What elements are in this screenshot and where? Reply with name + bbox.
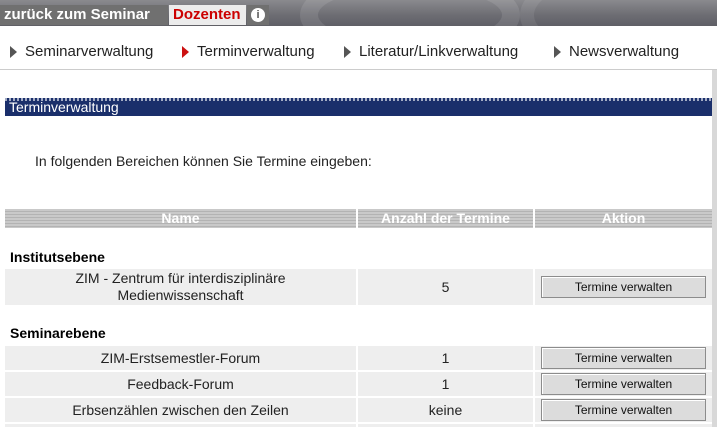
nav-item-label: Newsverwaltung — [569, 43, 680, 60]
termine-verwalten-button[interactable]: Termine verwalten — [541, 276, 706, 298]
group-label-seminarebene: Seminarebene — [10, 325, 106, 341]
arrow-right-icon — [10, 46, 17, 58]
table-cell-name: ZIM - Zentrum für interdisziplinäre Medi… — [5, 269, 356, 305]
section-title: Terminverwaltung — [9, 99, 119, 115]
column-header-action: Aktion — [535, 209, 712, 228]
section-title-bar: Terminverwaltung — [5, 98, 712, 116]
termine-verwalten-button[interactable]: Termine verwalten — [541, 347, 706, 369]
table-cell-count: keine — [358, 398, 533, 422]
row-name: ZIM-Erstsemestler-Forum — [100, 349, 261, 366]
table-cell-count: 1 — [358, 346, 533, 370]
row-count: 1 — [441, 375, 450, 392]
arrow-right-icon — [554, 46, 561, 58]
row-count: 5 — [441, 278, 450, 295]
table-cell-count: 1 — [358, 372, 533, 396]
row-name-line: Medienwissenschaft — [117, 287, 244, 303]
top-tab-bar: zurück zum Seminar Dozenten i — [0, 0, 717, 26]
termine-verwalten-button[interactable]: Termine verwalten — [541, 373, 706, 395]
table-cell-name: ZIM-Erstsemestler-Forum — [5, 346, 356, 370]
table-cell-name: Erbsenzählen zwischen den Zeilen — [5, 398, 356, 422]
nav-item-label: Terminverwaltung — [197, 43, 315, 60]
row-count: 1 — [441, 349, 450, 366]
arrow-right-active-icon — [182, 46, 189, 58]
row-count: keine — [428, 401, 463, 418]
column-header-name: Name — [5, 209, 356, 228]
arrow-right-icon — [344, 46, 351, 58]
tab-dozenten[interactable]: Dozenten — [169, 5, 246, 25]
row-name-line: ZIM - Zentrum für interdisziplinäre — [75, 270, 286, 286]
group-label-institutsebene: Institutsebene — [10, 249, 105, 265]
nav-item-label: Seminarverwaltung — [25, 43, 154, 60]
row-name: Feedback-Forum — [127, 375, 234, 392]
nav-item-label: Literatur/Linkverwaltung — [359, 43, 519, 60]
table-cell-count: 5 — [358, 269, 533, 305]
background-decoration — [520, 0, 717, 26]
back-to-seminar-tab[interactable]: zurück zum Seminar — [0, 5, 168, 25]
table-cell-name: Feedback-Forum — [5, 372, 356, 396]
row-name: Erbsenzählen zwischen den Zeilen — [72, 401, 289, 418]
sub-navigation: Seminarverwaltung Terminverwaltung Liter… — [0, 26, 717, 70]
info-tab[interactable]: i — [247, 5, 269, 25]
column-header-count: Anzahl der Termine — [358, 209, 533, 228]
intro-text: In folgenden Bereichen können Sie Termin… — [35, 153, 372, 169]
scrollbar[interactable] — [712, 70, 717, 427]
info-icon: i — [251, 8, 265, 22]
termine-verwalten-button[interactable]: Termine verwalten — [541, 399, 706, 421]
background-decoration — [300, 0, 520, 26]
